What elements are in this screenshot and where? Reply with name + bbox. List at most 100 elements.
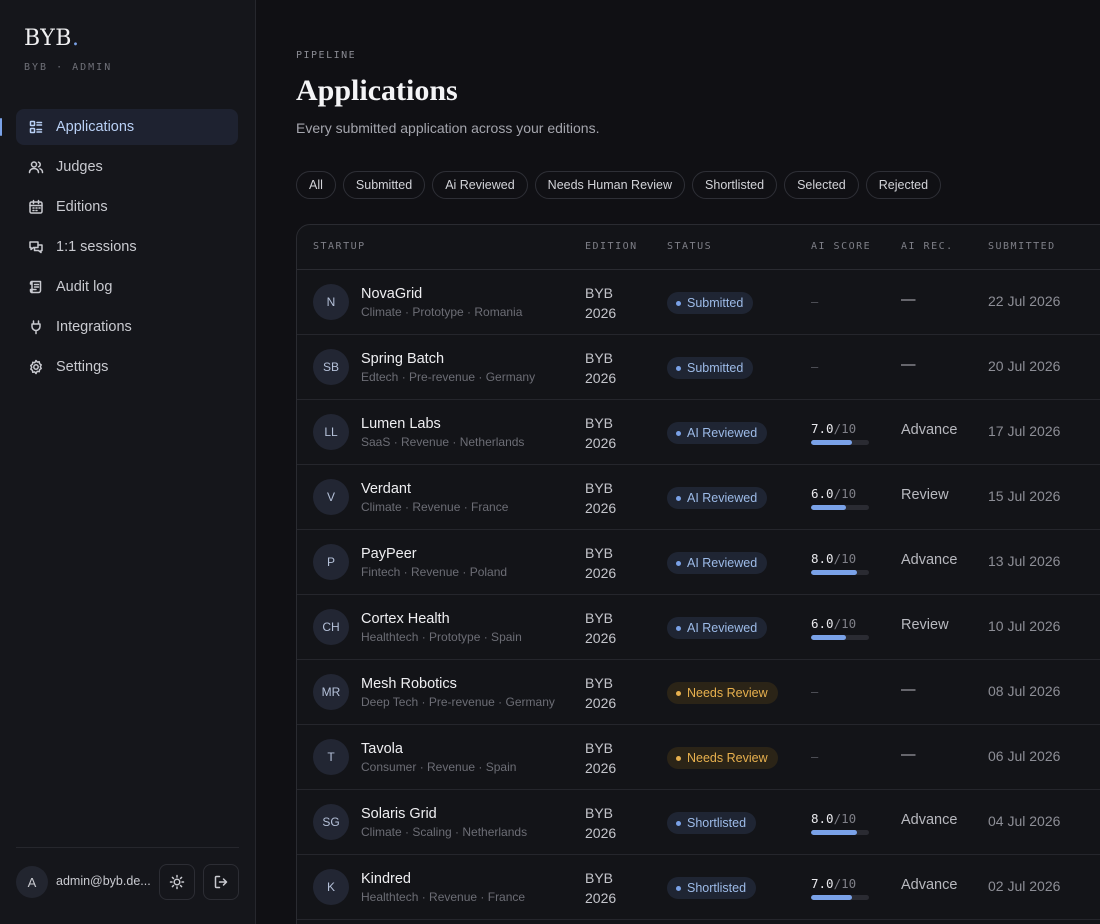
startup-avatar: SG — [313, 804, 349, 840]
startup-name[interactable]: Mesh Robotics — [361, 676, 457, 692]
table-header: STARTUP EDITION STATUS AI SCORE AI REC. … — [297, 225, 1100, 270]
ai-score-empty: – — [811, 749, 819, 764]
ai-score-bar — [811, 505, 869, 510]
ai-score-bar-fill — [811, 505, 846, 510]
ai-recommendation: Advance — [901, 877, 958, 893]
startup-meta: Climate · Scaling · Netherlands — [361, 825, 528, 839]
sidebar-item-label: Settings — [56, 359, 109, 375]
filter-chip-ai-reviewed[interactable]: Ai Reviewed — [432, 171, 528, 199]
ai-score-bar — [811, 830, 869, 835]
status-dot — [676, 755, 681, 761]
table-row[interactable]: CH Cortex Health Healthtech · Prototype · … — [297, 595, 1100, 660]
startup-avatar: LL — [313, 414, 349, 450]
column-header-status[interactable]: STATUS — [667, 241, 712, 252]
ai-recommendation: — — [901, 357, 916, 373]
startup-name[interactable]: NovaGrid — [361, 286, 422, 302]
ai-score: 6.0/10 — [811, 486, 857, 501]
startup-meta: Climate · Prototype · Romania — [361, 305, 523, 319]
table-row[interactable]: SB Spring Batch Edtech · Pre-revenue · Ger… — [297, 335, 1100, 400]
ai-recommendation: Advance — [901, 552, 958, 568]
edition-cell: BYB 2026 — [585, 675, 617, 711]
ai-recommendation: — — [901, 292, 916, 308]
ai-score-bar-fill — [811, 440, 852, 445]
submitted-date: 22 Jul 2026 — [988, 293, 1061, 309]
sidebar-item-settings[interactable]: Settings — [16, 349, 238, 385]
edition-cell: BYB 2026 — [585, 545, 617, 581]
filter-chip-all[interactable]: All — [296, 171, 336, 199]
status-dot — [676, 820, 681, 826]
filter-chip-shortlisted[interactable]: Shortlisted — [692, 171, 778, 199]
table-row[interactable]: K Kindred Healthtech · Revenue · France BYB… — [297, 855, 1100, 920]
startup-name[interactable]: Kindred — [361, 871, 411, 887]
submitted-date: 08 Jul 2026 — [988, 683, 1061, 699]
startup-avatar: SB — [313, 349, 349, 385]
sidebar-item-audit-log[interactable]: Audit log — [16, 269, 238, 305]
column-header-edition[interactable]: EDITION — [585, 241, 638, 252]
edition-cell: BYB 2026 — [585, 870, 617, 906]
status-dot — [676, 365, 681, 371]
sidebar-nav: Applications Judges Editions 1:1 sessions Au… — [0, 109, 238, 389]
startup-name[interactable]: Lumen Labs — [361, 416, 441, 432]
edition-cell: BYB 2026 — [585, 285, 617, 321]
ai-score: 7.0/10 — [811, 421, 857, 436]
table-row[interactable]: SG Solaris Grid Climate · Scaling · Nether… — [297, 790, 1100, 855]
table-row[interactable]: LL Lumen Labs SaaS · Revenue · Netherlands… — [297, 400, 1100, 465]
theme-toggle-button[interactable] — [159, 864, 195, 900]
sidebar-divider — [16, 847, 239, 848]
startup-meta: Deep Tech · Pre-revenue · Germany — [361, 695, 555, 709]
startup-name[interactable]: Solaris Grid — [361, 806, 437, 822]
column-header-submitted[interactable]: SUBMITTED — [988, 241, 1056, 252]
table-row[interactable]: MR Mesh Robotics Deep Tech · Pre-revenue ·… — [297, 660, 1100, 725]
logout-button[interactable] — [203, 864, 239, 900]
status-badge: Shortlisted — [667, 812, 757, 834]
brand-logo[interactable]: BYB. — [24, 26, 79, 51]
table-row[interactable]: V Verdant Climate · Revenue · France BYB 202… — [297, 465, 1100, 530]
avatar[interactable]: A — [16, 866, 48, 898]
startup-name[interactable]: Spring Batch — [361, 351, 444, 367]
startup-avatar: MR — [313, 674, 349, 710]
sidebar-item-judges[interactable]: Judges — [16, 149, 238, 185]
ai-score-bar-fill — [811, 830, 858, 835]
ai-score: 8.0/10 — [811, 811, 857, 826]
status-dot — [676, 495, 681, 501]
startup-meta: Healthtech · Prototype · Spain — [361, 630, 522, 644]
startup-name[interactable]: Verdant — [361, 481, 411, 497]
sun-icon — [169, 874, 185, 890]
column-header-startup[interactable]: STARTUP — [313, 241, 366, 252]
edition-cell: BYB 2026 — [585, 415, 617, 451]
filter-chip-rejected[interactable]: Rejected — [865, 171, 942, 199]
startup-name[interactable]: Cortex Health — [361, 611, 450, 627]
startup-meta: SaaS · Revenue · Netherlands — [361, 435, 525, 449]
sidebar: BYB. BYB · ADMIN Applications Judges Editi… — [0, 0, 256, 924]
status-badge: AI Reviewed — [667, 552, 768, 574]
sidebar-item-integrations[interactable]: Integrations — [16, 309, 238, 345]
filter-chip-needs-human-review[interactable]: Needs Human Review — [534, 171, 686, 199]
table-row[interactable]: N NovaGrid Climate · Prototype · Romania BY… — [297, 270, 1100, 335]
startup-name[interactable]: PayPeer — [361, 546, 417, 562]
startup-name[interactable]: Tavola — [361, 741, 403, 757]
edition-cell: BYB 2026 — [585, 610, 617, 646]
submitted-date: 10 Jul 2026 — [988, 618, 1061, 634]
ai-score-bar-fill — [811, 895, 852, 900]
column-header-ai-score[interactable]: AI SCORE — [811, 241, 871, 252]
table-row[interactable]: P PayPeer Fintech · Revenue · Poland BYB 202… — [297, 530, 1100, 595]
table-row[interactable]: T Tavola Consumer · Revenue · Spain BYB 2026… — [297, 725, 1100, 790]
applications-table: STARTUP EDITION STATUS AI SCORE AI REC. … — [296, 224, 1100, 924]
sidebar-item-editions[interactable]: Editions — [16, 189, 238, 225]
edition-cell: BYB 2026 — [585, 350, 617, 386]
submitted-date: 17 Jul 2026 — [988, 423, 1061, 439]
startup-avatar: T — [313, 739, 349, 775]
sidebar-item-1-1-sessions[interactable]: 1:1 sessions — [16, 229, 238, 265]
column-header-ai-rec[interactable]: AI REC. — [901, 241, 954, 252]
status-badge: Submitted — [667, 292, 754, 314]
page-eyebrow: PIPELINE — [296, 50, 357, 61]
filter-chip-submitted[interactable]: Submitted — [342, 171, 426, 199]
sidebar-item-applications[interactable]: Applications — [0, 109, 238, 145]
startup-meta: Fintech · Revenue · Poland — [361, 565, 508, 579]
startup-meta: Healthtech · Revenue · France — [361, 890, 526, 904]
filter-chip-selected[interactable]: Selected — [784, 171, 859, 199]
startup-avatar: V — [313, 479, 349, 515]
ai-score-bar — [811, 440, 869, 445]
ai-recommendation: — — [901, 682, 916, 698]
sidebar-item-label: Applications — [56, 119, 135, 135]
